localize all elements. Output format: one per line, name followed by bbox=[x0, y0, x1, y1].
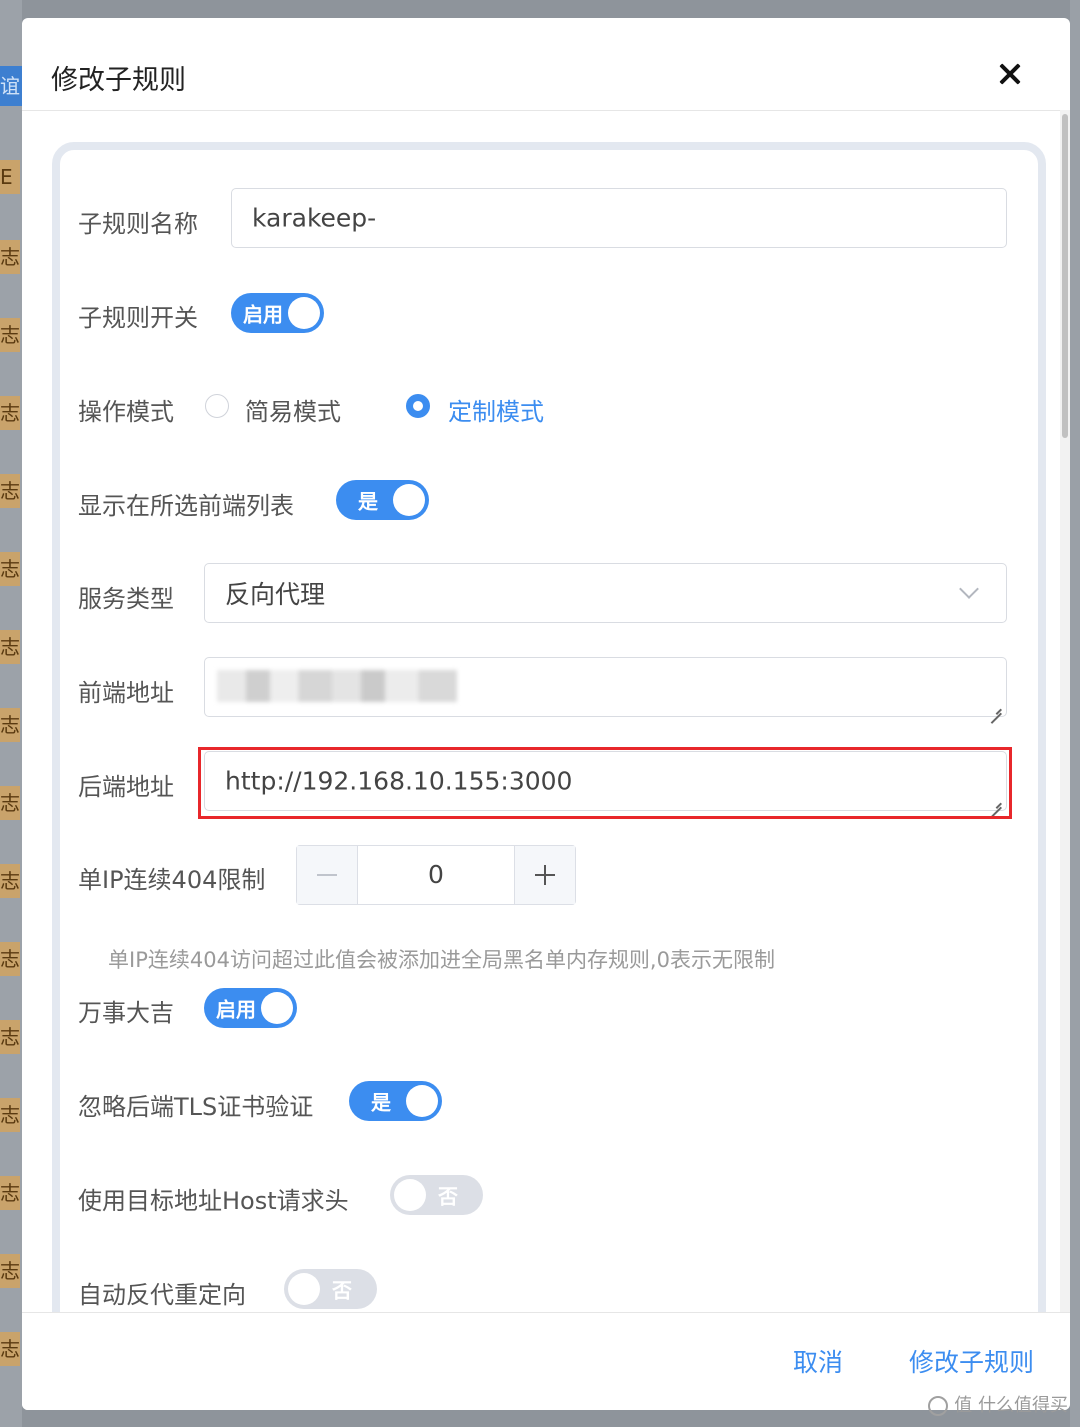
cancel-button[interactable]: 取消 bbox=[793, 1343, 843, 1379]
backend-addr-label: 后端地址 bbox=[78, 773, 174, 801]
wanshi-text: 启用 bbox=[216, 997, 256, 1022]
redacted-value-blur bbox=[217, 670, 457, 702]
background-tag: 志 bbox=[0, 1254, 20, 1288]
limit-404-value[interactable]: 0 bbox=[357, 846, 515, 904]
background-tag: 志 bbox=[0, 318, 20, 352]
mode-label: 操作模式 bbox=[78, 398, 174, 426]
limit-404-hint: 单IP连续404访问超过此值会被添加进全局黑名单内存规则,0表示无限制 bbox=[108, 948, 775, 972]
switch-knob bbox=[288, 297, 320, 329]
decrement-button[interactable] bbox=[297, 846, 358, 904]
rule-switch-label: 子规则开关 bbox=[78, 304, 198, 332]
background-tag: 志 bbox=[0, 1020, 20, 1054]
background-tag: 志 bbox=[0, 864, 20, 898]
background-tag: 志 bbox=[0, 1332, 20, 1366]
background-tag-blue: 谊 bbox=[0, 66, 22, 106]
dialog-title: 修改子规则 bbox=[51, 65, 186, 96]
watermark-logo-icon bbox=[928, 1396, 949, 1416]
close-icon[interactable] bbox=[998, 62, 1022, 86]
custom-mode-label[interactable]: 定制模式 bbox=[448, 392, 544, 427]
background-tag: 志 bbox=[0, 942, 20, 976]
show-in-list-label: 显示在所选前端列表 bbox=[78, 492, 294, 520]
scrollbar-thumb[interactable] bbox=[1062, 114, 1068, 438]
service-type-label: 服务类型 bbox=[78, 585, 174, 613]
ignore-tls-toggle[interactable]: 是 bbox=[349, 1081, 442, 1121]
frontend-addr-label: 前端地址 bbox=[78, 679, 174, 707]
watermark: 值 什么值得买 bbox=[928, 1391, 1068, 1417]
background-tag: 志 bbox=[0, 240, 20, 274]
rule-name-value: karakeep- bbox=[252, 203, 377, 233]
resize-handle-icon[interactable] bbox=[990, 702, 1002, 714]
rule-switch-toggle[interactable]: 启用 bbox=[231, 293, 324, 333]
wanshi-label: 万事大吉 bbox=[78, 999, 174, 1027]
use-host-toggle[interactable]: 否 bbox=[390, 1175, 483, 1215]
service-type-select[interactable]: 反向代理 bbox=[204, 563, 1007, 623]
radio-simple-mode[interactable] bbox=[205, 394, 229, 418]
wanshi-toggle[interactable]: 启用 bbox=[204, 988, 297, 1028]
use-host-label: 使用目标地址Host请求头 bbox=[78, 1187, 349, 1215]
chevron-down-icon bbox=[959, 579, 979, 599]
background-tag: 志 bbox=[0, 552, 20, 586]
annotation-highlight-box bbox=[198, 747, 1012, 819]
background-tag: 志 bbox=[0, 1176, 20, 1210]
limit-404-label: 单IP连续404限制 bbox=[78, 866, 266, 894]
background-tag: 志 bbox=[0, 786, 20, 820]
ignore-tls-label: 忽略后端TLS证书验证 bbox=[78, 1093, 314, 1121]
auto-redirect-label: 自动反代重定向 bbox=[78, 1281, 246, 1309]
switch-knob bbox=[261, 992, 293, 1024]
increment-button[interactable] bbox=[514, 846, 575, 904]
frontend-addr-textarea[interactable] bbox=[204, 657, 1007, 717]
submit-button[interactable]: 修改子规则 bbox=[909, 1343, 1034, 1379]
auto-redirect-toggle[interactable]: 否 bbox=[284, 1269, 377, 1309]
background-tag: 志 bbox=[0, 474, 20, 508]
watermark-text: 值 什么值得买 bbox=[954, 1395, 1068, 1416]
limit-404-stepper: 0 bbox=[296, 845, 576, 905]
rule-name-label: 子规则名称 bbox=[78, 210, 198, 238]
rule-name-input[interactable]: karakeep- bbox=[231, 188, 1007, 248]
ignore-tls-text: 是 bbox=[371, 1090, 391, 1115]
background-tag: E bbox=[0, 160, 20, 194]
rule-switch-text: 启用 bbox=[243, 302, 283, 327]
auto-redirect-text: 否 bbox=[332, 1278, 352, 1303]
service-type-value: 反向代理 bbox=[225, 580, 326, 609]
background-tag: 志 bbox=[0, 630, 20, 664]
switch-knob bbox=[394, 1179, 426, 1211]
simple-mode-label[interactable]: 简易模式 bbox=[245, 392, 341, 427]
background-page-right bbox=[1070, 0, 1080, 1427]
dialog-footer: 取消 修改子规则 bbox=[22, 1312, 1070, 1410]
dialog-header: 修改子规则 bbox=[22, 18, 1070, 111]
edit-subrule-dialog: 修改子规则 子规则名称 karakeep- 子规则开关 启用 操作模式 简易模式… bbox=[22, 18, 1070, 1410]
switch-knob bbox=[288, 1273, 320, 1305]
background-tag: 志 bbox=[0, 396, 20, 430]
show-in-list-toggle[interactable]: 是 bbox=[336, 480, 429, 520]
background-tag: 志 bbox=[0, 708, 20, 742]
radio-custom-mode[interactable] bbox=[406, 394, 430, 418]
use-host-text: 否 bbox=[438, 1184, 458, 1209]
switch-knob bbox=[406, 1085, 438, 1117]
background-tag: 志 bbox=[0, 1098, 20, 1132]
switch-knob bbox=[393, 484, 425, 516]
show-in-list-text: 是 bbox=[358, 489, 378, 514]
